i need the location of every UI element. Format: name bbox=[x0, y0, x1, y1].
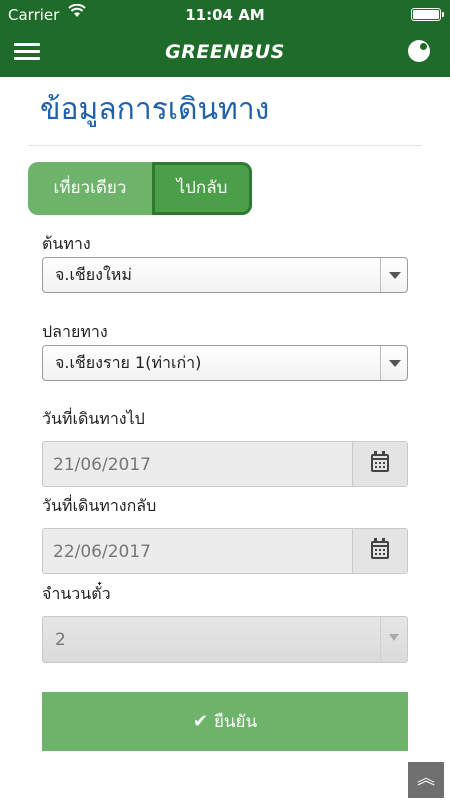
depart-date-label: วันที่เดินทางไป bbox=[42, 409, 145, 428]
clock-time: 11:04 AM bbox=[185, 6, 265, 24]
calendar-icon bbox=[371, 454, 389, 472]
origin-select[interactable]: จ.เชียงใหม่ bbox=[42, 257, 408, 293]
destination-select[interactable]: จ.เชียงราย 1(ท่าเก่า) bbox=[42, 345, 408, 381]
chevron-down-icon bbox=[380, 617, 407, 662]
status-bar: Carrier 11:04 AM bbox=[0, 0, 450, 30]
seats-label: จำนวนตั๋ว bbox=[42, 584, 111, 603]
calendar-icon bbox=[371, 541, 389, 559]
return-date-label: วันที่เดินทางกลับ bbox=[42, 496, 157, 515]
return-date-value: 22/06/2017 bbox=[53, 542, 151, 562]
battery-icon bbox=[411, 8, 444, 21]
destination-value: จ.เชียงราย 1(ท่าเก่า) bbox=[55, 353, 202, 372]
one-way-option[interactable]: เที่ยวเดียว bbox=[28, 162, 152, 215]
calendar-rings bbox=[374, 538, 377, 543]
title-divider bbox=[28, 145, 422, 146]
page-title: ข้อมูลการเดินทาง bbox=[40, 92, 270, 127]
return-date-field[interactable]: 22/06/2017 bbox=[42, 528, 408, 574]
depart-date-field[interactable]: 21/06/2017 bbox=[42, 441, 408, 487]
seats-value: 2 bbox=[55, 630, 66, 650]
confirm-label: ยืนยัน bbox=[213, 712, 258, 732]
calendar-rings bbox=[374, 451, 377, 456]
trip-type-toggle: เที่ยวเดียว ไปกลับ bbox=[28, 162, 252, 215]
brand-logo: GREENBUS bbox=[165, 41, 285, 63]
confirm-button[interactable]: ✔ ยืนยัน bbox=[42, 692, 408, 751]
origin-value: จ.เชียงใหม่ bbox=[55, 265, 132, 284]
destination-label: ปลายทาง bbox=[42, 322, 108, 341]
chevron-down-icon bbox=[380, 258, 407, 292]
chevron-down-icon bbox=[380, 346, 407, 380]
round-trip-option[interactable]: ไปกลับ bbox=[152, 162, 252, 215]
depart-calendar-button[interactable] bbox=[352, 442, 407, 486]
profile-icon[interactable] bbox=[408, 40, 430, 62]
app-header: Carrier 11:04 AM GREENBUS bbox=[0, 0, 450, 77]
origin-label: ต้นทาง bbox=[42, 234, 91, 253]
depart-date-value: 21/06/2017 bbox=[53, 455, 151, 475]
check-icon: ✔ bbox=[192, 711, 208, 732]
chevron-up-double-icon[interactable]: ︽ bbox=[408, 762, 444, 798]
return-calendar-button[interactable] bbox=[352, 529, 407, 573]
seats-select[interactable]: 2 bbox=[42, 616, 408, 663]
